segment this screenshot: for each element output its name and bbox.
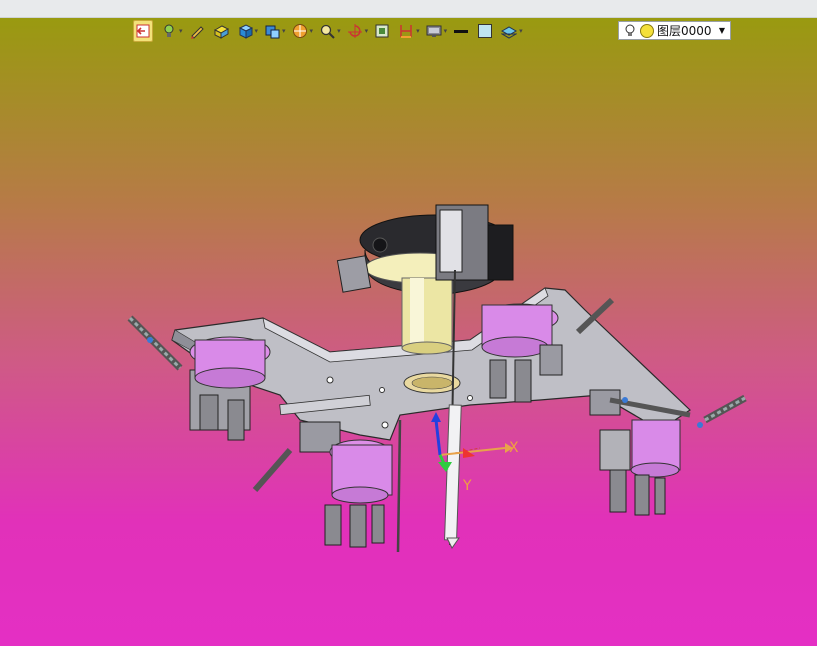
exit-icon [136, 24, 150, 38]
chevron-down-icon[interactable]: ▾ [310, 27, 314, 35]
view-toolbar: ▾ ▾ ▾ ▾ ▾ ▾ ▾ ▾ ▾ [133, 20, 527, 42]
cad-model[interactable]: X Y [0, 0, 817, 646]
line-style-button[interactable] [453, 21, 469, 41]
blue-cube-icon [238, 24, 253, 39]
orange-ball-icon [292, 24, 307, 38]
chevron-down-icon[interactable]: ▾ [365, 27, 369, 35]
zoom-button[interactable]: ▾ [319, 21, 345, 41]
measure-icon [400, 25, 412, 38]
gripper-front-center [299, 421, 393, 548]
view-cube-button[interactable]: ▾ [237, 21, 263, 41]
chevron-down-icon[interactable]: ▾ [337, 27, 341, 35]
layer-dropdown[interactable]: 图层0000 ▼ [618, 21, 731, 40]
chevron-down-icon[interactable]: ▾ [255, 27, 259, 35]
chevron-down-icon[interactable]: ▾ [282, 27, 286, 35]
section-view-icon [375, 24, 389, 38]
solid-shading-button[interactable] [213, 21, 229, 41]
chevron-down-icon[interactable]: ▾ [179, 27, 183, 35]
layer-props-button[interactable]: ▾ [501, 21, 527, 41]
yellow-box-icon [213, 25, 229, 39]
line-weight-icon [454, 30, 469, 33]
coordinate-triad: X Y [431, 412, 519, 494]
color-square-icon [478, 24, 493, 38]
chevron-down-icon[interactable]: ▾ [416, 27, 420, 35]
x-axis-label: X [509, 440, 519, 456]
chevron-down-icon[interactable]: ▾ [519, 27, 523, 35]
z-axis-arrow-icon [431, 412, 441, 422]
highlight-button[interactable]: ▾ [161, 21, 187, 41]
render-ball-button[interactable]: ▾ [292, 21, 318, 41]
display-mode-icon [265, 25, 280, 39]
layer-name: 图层0000 [657, 24, 712, 38]
lightbulb-icon [625, 24, 635, 36]
monitor-icon [426, 25, 442, 37]
monitor-button[interactable]: ▾ [426, 21, 452, 41]
display-mode-button[interactable]: ▾ [264, 21, 290, 41]
dropdown-arrow-icon[interactable]: ▼ [719, 26, 725, 35]
exit-sketch-button[interactable] [133, 20, 153, 42]
bulb-paint-icon [164, 24, 174, 37]
rotate-button[interactable]: ▾ [347, 21, 373, 41]
y-axis-label: Y [462, 478, 472, 494]
section-button[interactable] [374, 21, 390, 41]
pencil-icon [190, 26, 204, 39]
layer-stack-icon [501, 26, 518, 39]
measure-button[interactable]: ▾ [398, 21, 424, 41]
chevron-down-icon[interactable]: ▾ [444, 27, 448, 35]
magnifier-icon [320, 24, 335, 39]
sun-icon [640, 23, 654, 38]
color-fill-button[interactable] [477, 21, 493, 41]
pencil-button[interactable] [189, 21, 205, 41]
rotate-axis-icon [347, 24, 362, 38]
gripper-front-left [189, 336, 271, 441]
